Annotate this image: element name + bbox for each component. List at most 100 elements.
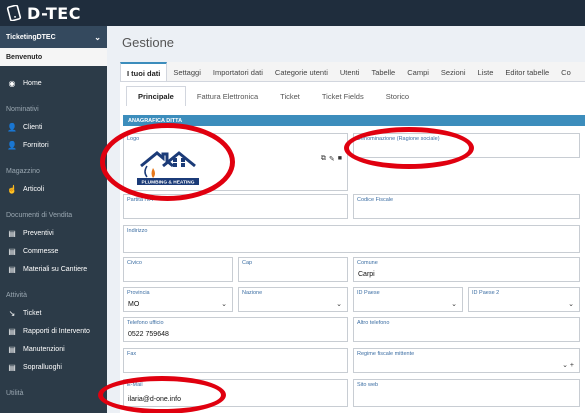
- sidebar-item-label: Rapporti di Intervento: [23, 327, 90, 335]
- nazione-select[interactable]: Nazione ⌄: [238, 287, 348, 312]
- chevron-down-icon: ⌄: [336, 301, 342, 308]
- sidebar-item-sopralluoghi[interactable]: ▤ Sopralluoghi: [0, 358, 107, 376]
- clipboard-icon: ▤: [8, 344, 16, 354]
- tab-co[interactable]: Co: [555, 62, 577, 81]
- sidebar-item-label: Articoli: [23, 185, 45, 193]
- field-label: ID Paese: [357, 290, 380, 296]
- denominazione-field[interactable]: Denominazione (Ragione sociale): [353, 133, 580, 158]
- field-label: Indirizzo: [127, 228, 148, 234]
- fax-field[interactable]: Fax: [123, 348, 348, 373]
- home-circle-icon: ◉: [8, 78, 16, 88]
- sidebar-item-fornitori[interactable]: 👤 Fornitori: [0, 136, 107, 154]
- field-label: Provincia: [127, 290, 150, 296]
- partita-iva-field[interactable]: Partita IVA: [123, 194, 348, 219]
- sidebar-section-attivita: Attività: [6, 291, 28, 299]
- sidebar-section-utilita: Utilità: [6, 389, 24, 397]
- field-label: Partita IVA: [127, 197, 153, 203]
- tab-utenti[interactable]: Utenti: [334, 62, 366, 81]
- chevron-down-icon: ⌄: [451, 301, 457, 308]
- subtab-ticket[interactable]: Ticket: [269, 86, 311, 106]
- sidebar-item-articoli[interactable]: ☝ Articoli: [0, 180, 107, 198]
- brand[interactable]: D-TEC: [0, 4, 81, 23]
- tenant-selector[interactable]: TicketingDTEC ⌄: [0, 26, 107, 48]
- sidebar-item-preventivi[interactable]: ▤ Preventivi: [0, 224, 107, 242]
- field-label: Regime fiscale mittente: [357, 351, 415, 357]
- field-label: Codice Fiscale: [357, 197, 394, 203]
- chevron-down-icon: ⌄: [94, 32, 101, 42]
- sidebar-item-label: Clienti: [23, 123, 43, 131]
- subtab-ticket-fields[interactable]: Ticket Fields: [311, 86, 375, 106]
- field-label: Altro telefono: [357, 320, 390, 326]
- field-label: Nazione: [242, 290, 263, 296]
- page-title: Gestione: [122, 35, 175, 50]
- sidebar-item-label: Sopralluoghi: [23, 363, 62, 371]
- field-value: 0522 759648: [128, 331, 169, 338]
- sidebar-item-rapporti[interactable]: ▤ Rapporti di Intervento: [0, 322, 107, 340]
- sidebar: TicketingDTEC ⌄ Benvenuto ◉ Home Nominat…: [0, 26, 107, 413]
- email-field[interactable]: E-Mail ilaria@d-one.info: [123, 379, 348, 407]
- sidebar-item-commesse[interactable]: ▤ Commesse: [0, 242, 107, 260]
- svg-text:PLUMBING & HEATING: PLUMBING & HEATING: [142, 180, 195, 186]
- chevron-down-plus-icon[interactable]: ⌄ +: [562, 361, 574, 369]
- id-paese-2-select[interactable]: ID Paese 2 ⌄: [468, 287, 580, 312]
- cap-field[interactable]: Cap: [238, 257, 348, 282]
- sidebar-item-ticket[interactable]: ↘ Ticket: [0, 304, 107, 322]
- subtab-principale[interactable]: Principale: [126, 86, 186, 106]
- subtab-fattura-elettronica[interactable]: Fattura Elettronica: [186, 86, 269, 106]
- field-value: ilaria@d-one.info: [128, 396, 182, 403]
- tab-i-tuoi-dati[interactable]: I tuoi dati: [120, 62, 168, 81]
- sidebar-item-manutenzioni[interactable]: ▤ Manutenzioni: [0, 340, 107, 358]
- logo-field[interactable]: Logo PLUMBING & HEATING ⧉ ✎ ■: [123, 133, 348, 191]
- codice-fiscale-field[interactable]: Codice Fiscale: [353, 194, 580, 219]
- sidebar-item-home[interactable]: ◉ Home: [0, 74, 107, 92]
- field-label: Sito web: [357, 382, 379, 388]
- clipboard-icon: ▤: [8, 246, 16, 256]
- tab-settaggi[interactable]: Settaggi: [167, 62, 207, 81]
- sidebar-item-clienti[interactable]: 👤 Clienti: [0, 118, 107, 136]
- user-icon: 👤: [7, 122, 17, 132]
- tenant-name: TicketingDTEC: [6, 33, 56, 41]
- field-label: E-Mail: [127, 382, 143, 388]
- sidebar-item-materiali[interactable]: ▤ Materiali su Cantiere: [0, 260, 107, 278]
- sidebar-section-documenti: Documenti di Vendita: [6, 211, 73, 219]
- sidebar-item-label: Ticket: [23, 309, 42, 317]
- trash-icon[interactable]: ■: [338, 155, 342, 163]
- provincia-select[interactable]: Provincia MO ⌄: [123, 287, 233, 312]
- field-label: Cap: [242, 260, 253, 266]
- logo-actions: ⧉ ✎ ■: [321, 155, 342, 163]
- brand-name: D-TEC: [27, 3, 81, 23]
- external-link-icon[interactable]: ⧉: [321, 155, 326, 163]
- pencil-icon[interactable]: ✎: [329, 155, 335, 163]
- tab-categorie-utenti[interactable]: Categorie utenti: [269, 62, 334, 81]
- field-label: Civico: [127, 260, 142, 266]
- regime-fiscale-select[interactable]: Regime fiscale mittente ⌄ +: [353, 348, 580, 373]
- content-panel: Principale Fattura Elettronica Ticket Ti…: [120, 82, 585, 413]
- field-value: Carpi: [358, 271, 375, 278]
- sidebar-item-label: Commesse: [23, 247, 59, 255]
- field-label: Telefono ufficio: [127, 320, 164, 326]
- subtab-storico[interactable]: Storico: [375, 86, 420, 106]
- sidebar-item-label: Materiali su Cantiere: [23, 265, 88, 273]
- tab-liste[interactable]: Liste: [472, 62, 500, 81]
- clipboard-icon: ▤: [8, 228, 16, 238]
- chevron-down-icon: ⌄: [221, 301, 227, 308]
- tab-editor-tabelle[interactable]: Editor tabelle: [499, 62, 555, 81]
- sito-web-field[interactable]: Sito web: [353, 379, 580, 407]
- tab-sezioni[interactable]: Sezioni: [435, 62, 472, 81]
- id-paese-select[interactable]: ID Paese ⌄: [353, 287, 463, 312]
- tab-importatori-dati[interactable]: Importatori dati: [207, 62, 269, 81]
- user-icon: 👤: [7, 140, 17, 150]
- civico-field[interactable]: Civico: [123, 257, 233, 282]
- sidebar-item-label: Home: [23, 79, 42, 87]
- section-header: ANAGRAFICA DITTA: [123, 115, 585, 126]
- tab-campi[interactable]: Campi: [401, 62, 435, 81]
- sidebar-section-magazzino: Magazzino: [6, 167, 40, 175]
- comune-field[interactable]: Comune Carpi: [353, 257, 580, 282]
- tab-tabelle[interactable]: Tabelle: [365, 62, 401, 81]
- sidebar-item-label: Fornitori: [23, 141, 49, 149]
- clipboard-icon: ▤: [8, 264, 16, 274]
- field-label: Logo: [127, 136, 140, 142]
- altro-telefono-field[interactable]: Altro telefono: [353, 317, 580, 342]
- indirizzo-field[interactable]: Indirizzo: [123, 225, 580, 253]
- telefono-field[interactable]: Telefono ufficio 0522 759648: [123, 317, 348, 342]
